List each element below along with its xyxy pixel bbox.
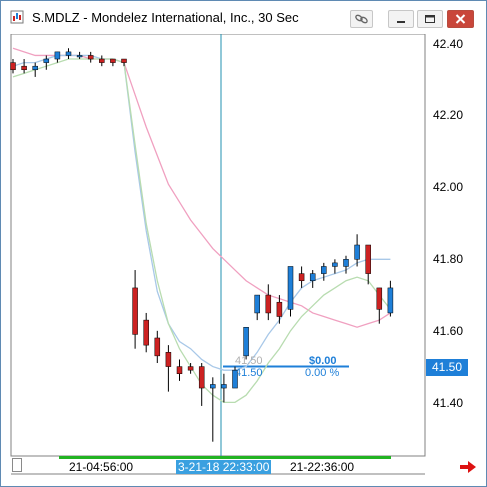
candle-up [221, 384, 227, 389]
candle-up [387, 287, 394, 314]
candle-down [99, 58, 105, 63]
candle-down [365, 244, 371, 274]
candle-up [65, 51, 72, 56]
candle-up [76, 55, 83, 58]
price-tick-42-00: 42.00 [433, 180, 464, 194]
plot-frame [10, 34, 426, 457]
candle-up [332, 262, 338, 267]
link-icon [355, 14, 368, 24]
app-icon [10, 10, 24, 24]
candle-down [187, 366, 194, 371]
price-tick-42-40: 42.40 [433, 37, 464, 51]
restore-button[interactable] [417, 10, 443, 28]
scroll-right-arrow-icon[interactable] [459, 460, 477, 474]
candle-up [321, 266, 327, 274]
candle-down [276, 301, 283, 317]
chart-window: S.MDLZ - Mondelez International, Inc., 3… [0, 0, 487, 487]
candle-up [43, 58, 50, 63]
candle-down [198, 366, 205, 389]
candle-down [143, 319, 149, 346]
candle-down [165, 352, 172, 367]
title-bar[interactable]: S.MDLZ - Mondelez International, Inc., 3… [1, 1, 486, 34]
scroll-thumb[interactable] [12, 458, 22, 472]
candle-down [265, 294, 272, 314]
price-tick-42-20: 42.20 [433, 108, 464, 122]
crosshair-change-percent: 0.00 % [305, 367, 340, 379]
price-tick-41-80: 41.80 [433, 252, 464, 266]
candle-down [121, 58, 127, 63]
candle-down [154, 337, 161, 357]
time-axis-range-bar [59, 456, 391, 459]
crosshair-change-value: $0.00 [309, 355, 337, 367]
current-price-marker: 41.50 [426, 359, 468, 376]
price-tick-41-40: 41.40 [433, 396, 464, 410]
time-label-1: 21-04:56:00 [69, 460, 134, 474]
restore-icon [425, 15, 435, 23]
time-label-2: 21-22:36:00 [290, 460, 355, 474]
candle-down [87, 55, 94, 60]
close-button[interactable] [447, 10, 474, 28]
crosshair-price-label-2: 41.50 [235, 367, 263, 379]
candle-down [110, 58, 116, 63]
candle-up [254, 294, 260, 314]
link-button[interactable] [350, 10, 373, 28]
crosshair-price-label: 41.50 [235, 355, 263, 367]
candle-down [132, 287, 138, 335]
candle-up [354, 244, 360, 260]
candle-down [176, 366, 183, 374]
candle-up [210, 384, 216, 389]
price-chart[interactable] [1, 34, 486, 486]
candle-up [54, 51, 61, 60]
close-icon [455, 14, 466, 24]
time-label-crosshair: 3-21-18 22:33:00 [176, 460, 272, 474]
candle-up [309, 273, 316, 282]
price-tick-41-60: 41.60 [433, 324, 464, 338]
candle-down [10, 62, 16, 71]
minimize-icon [397, 21, 405, 23]
candle-up [243, 327, 249, 357]
window-title: S.MDLZ - Mondelez International, Inc., 3… [32, 10, 299, 25]
candle-down [298, 273, 305, 282]
minimize-button[interactable] [388, 10, 414, 28]
chart-area[interactable]: 42.40 42.20 42.00 41.80 41.60 41.40 41.5… [1, 34, 486, 486]
candle-up [343, 259, 349, 267]
candle-up [287, 266, 294, 310]
candle-up [32, 65, 38, 71]
candle-down [21, 65, 27, 71]
candle-down [376, 287, 383, 310]
